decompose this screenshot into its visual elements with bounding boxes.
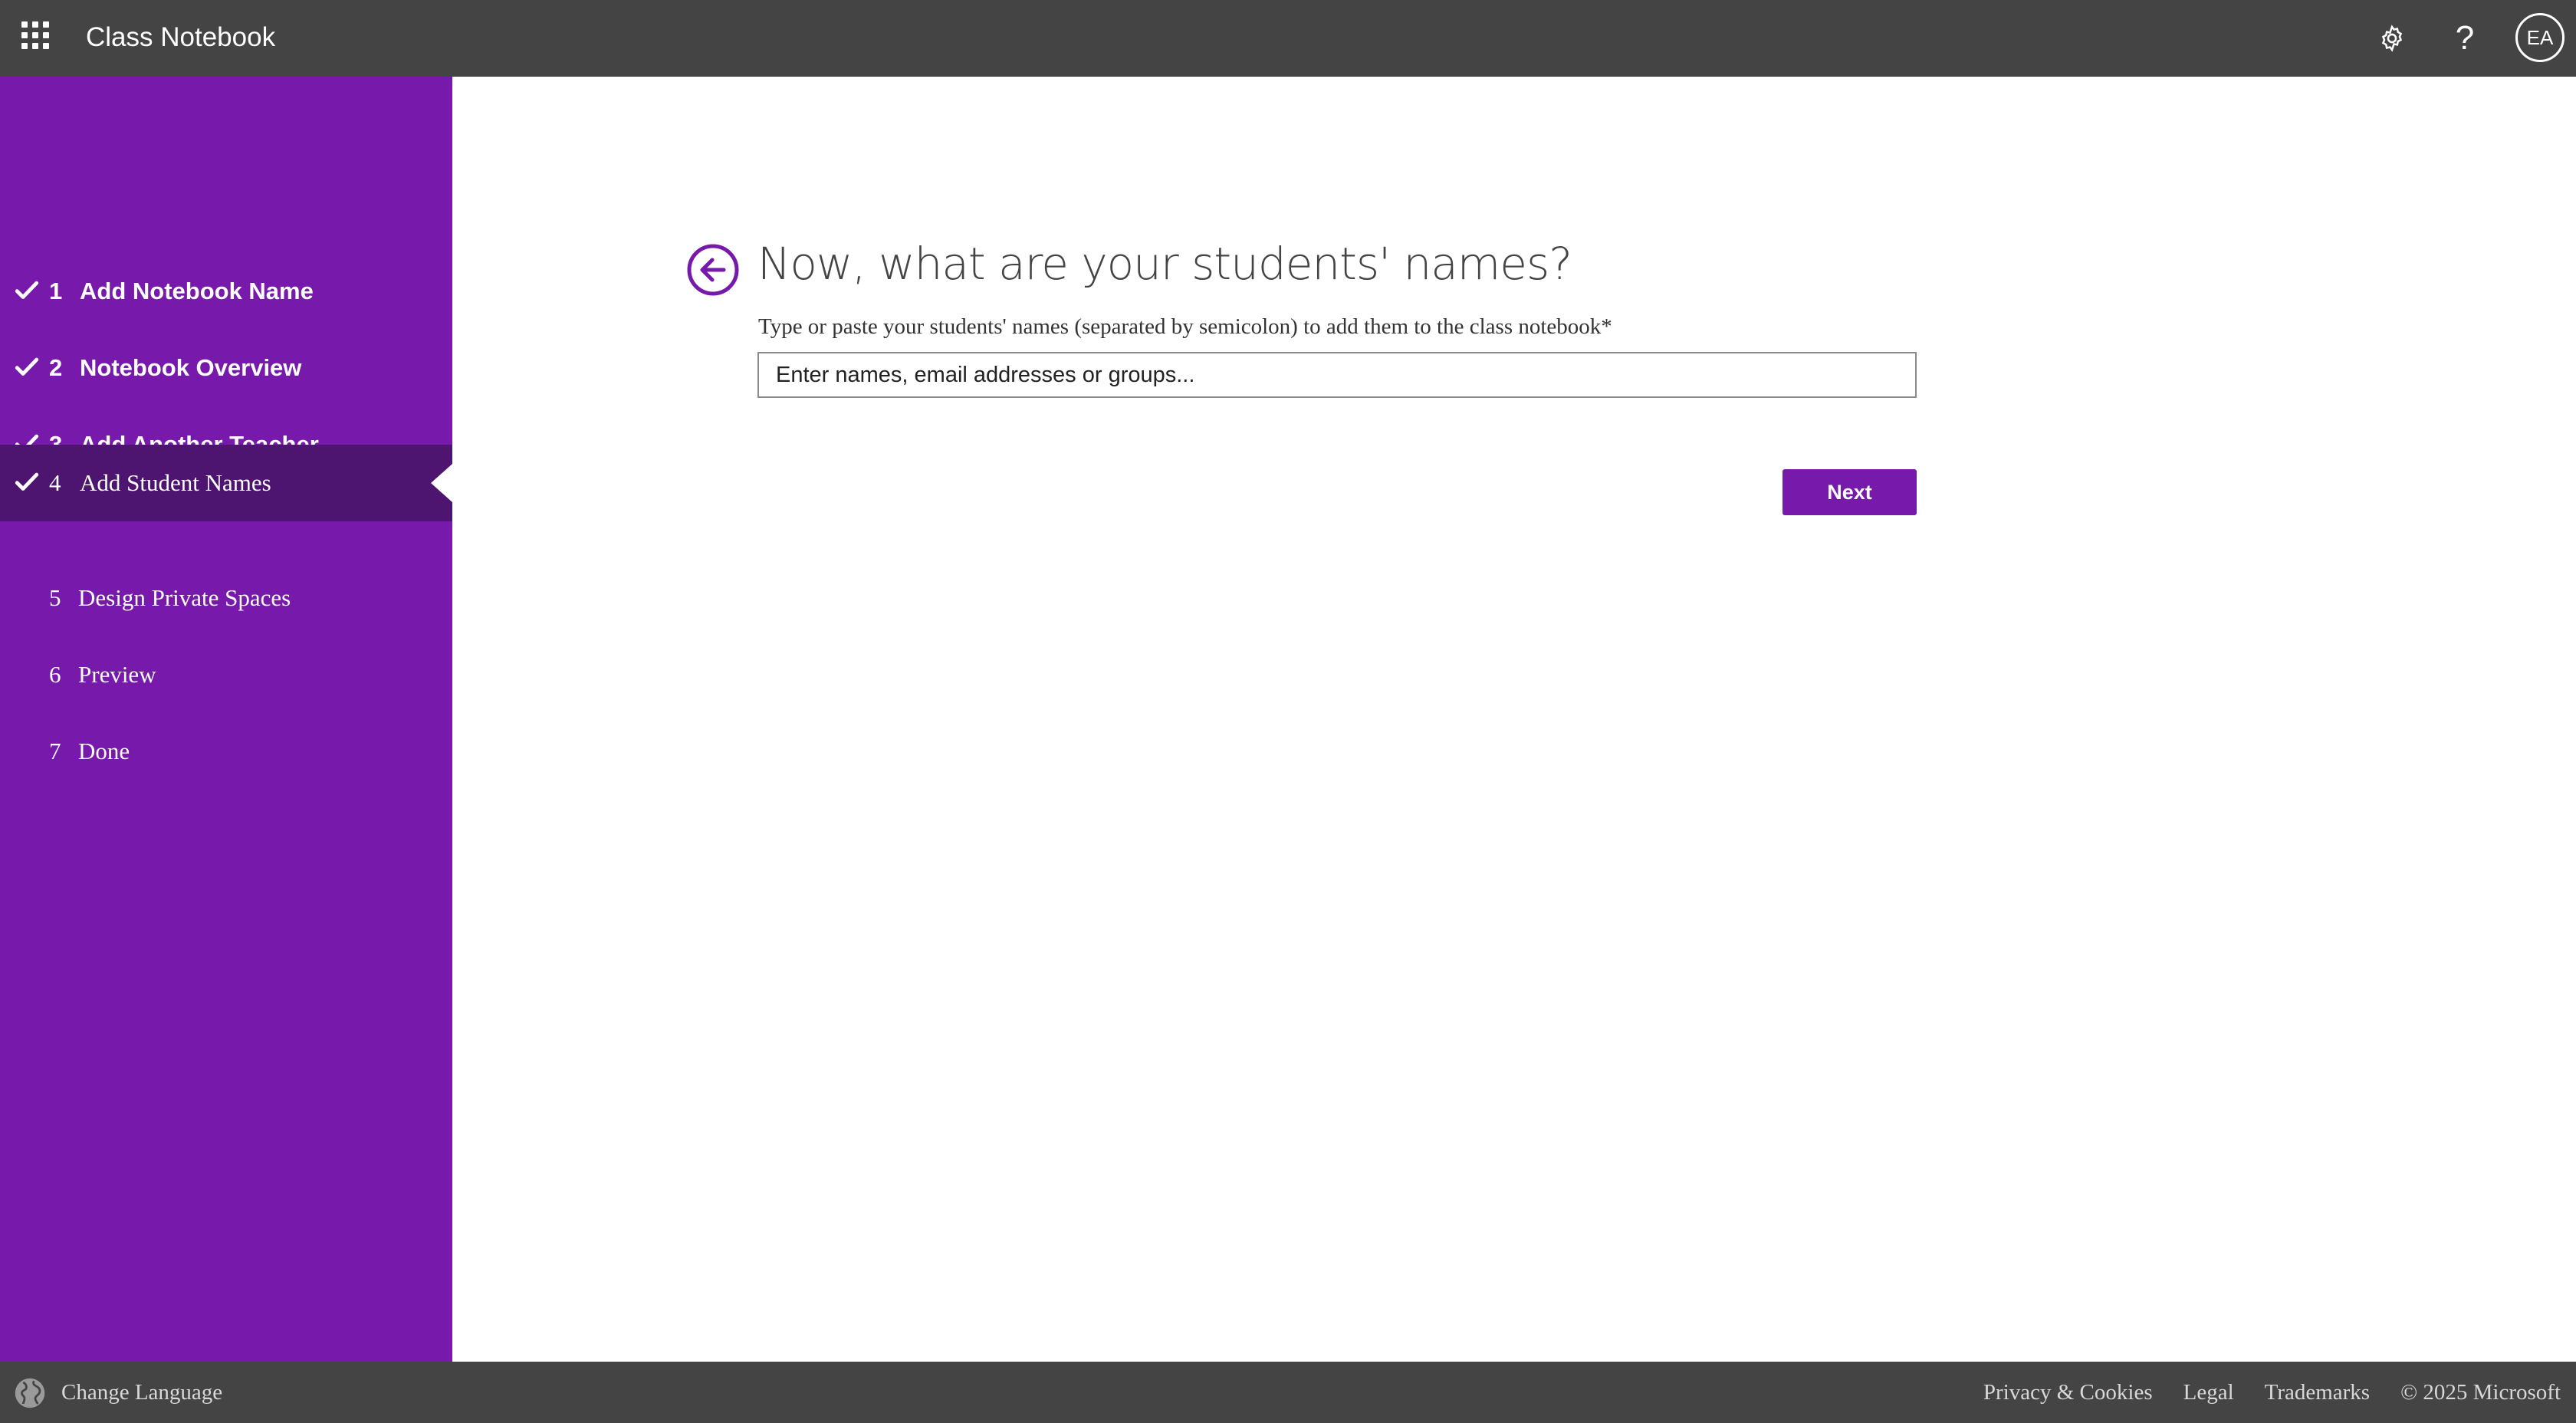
checkmark-icon — [15, 472, 39, 491]
step-label: Done — [78, 738, 130, 764]
help-button[interactable]: ? — [2440, 14, 2489, 63]
step-done[interactable]: 7 Done — [0, 713, 452, 790]
change-language-link[interactable]: Change Language — [61, 1379, 222, 1406]
footer-links: Privacy & Cookies Legal Trademarks © 202… — [1983, 1379, 2561, 1406]
current-step-indicator — [431, 464, 452, 502]
step-add-student-names[interactable]: 4 Add Student Names — [0, 445, 452, 521]
step-number: 5 — [49, 584, 61, 611]
step-label: Preview — [78, 661, 156, 688]
step-label: Add Notebook Name — [80, 278, 314, 304]
next-button[interactable]: Next — [1783, 469, 1917, 515]
step-number: 2 — [49, 354, 63, 381]
legal-link[interactable]: Legal — [2183, 1379, 2234, 1406]
step-label: Design Private Spaces — [78, 584, 291, 611]
top-header: Class Notebook ? EA — [0, 0, 2576, 77]
copyright-text: © 2025 Microsoft — [2400, 1380, 2561, 1405]
step-add-notebook-name[interactable]: 1 Add Notebook Name — [0, 253, 452, 330]
settings-button[interactable] — [2367, 14, 2417, 63]
globe-icon — [15, 1378, 45, 1408]
trademarks-link[interactable]: Trademarks — [2265, 1379, 2370, 1406]
step-notebook-overview[interactable]: 2 Notebook Overview — [0, 330, 452, 406]
step-preview[interactable]: 6 Preview — [0, 636, 452, 713]
instructions-text: Type or paste your students' names (sepa… — [758, 314, 1612, 339]
privacy-link[interactable]: Privacy & Cookies — [1983, 1379, 2153, 1406]
arrow-left-circle-icon — [687, 244, 739, 296]
app-launcher-icon[interactable] — [21, 21, 52, 52]
step-label: Add Student Names — [80, 469, 271, 496]
gear-icon — [2381, 25, 2403, 52]
page-title: Now, what are your students' names? — [757, 238, 1572, 290]
checkmark-icon — [15, 281, 39, 299]
step-number: 4 — [49, 469, 61, 496]
back-button[interactable] — [687, 244, 739, 296]
checkmark-icon — [15, 357, 39, 376]
avatar[interactable]: EA — [2515, 13, 2564, 62]
step-number: 6 — [49, 661, 61, 688]
footer: Change Language Privacy & Cookies Legal … — [0, 1362, 2576, 1423]
step-number: 7 — [49, 738, 61, 764]
app-title: Class Notebook — [86, 22, 276, 52]
student-names-input[interactable] — [757, 352, 1917, 398]
step-design-private-spaces[interactable]: 5 Design Private Spaces — [0, 560, 452, 636]
step-label: Notebook Overview — [80, 354, 302, 381]
step-number: 1 — [49, 278, 63, 304]
wizard-sidebar: 1 Add Notebook Name 2 Notebook Overview … — [0, 77, 452, 1362]
